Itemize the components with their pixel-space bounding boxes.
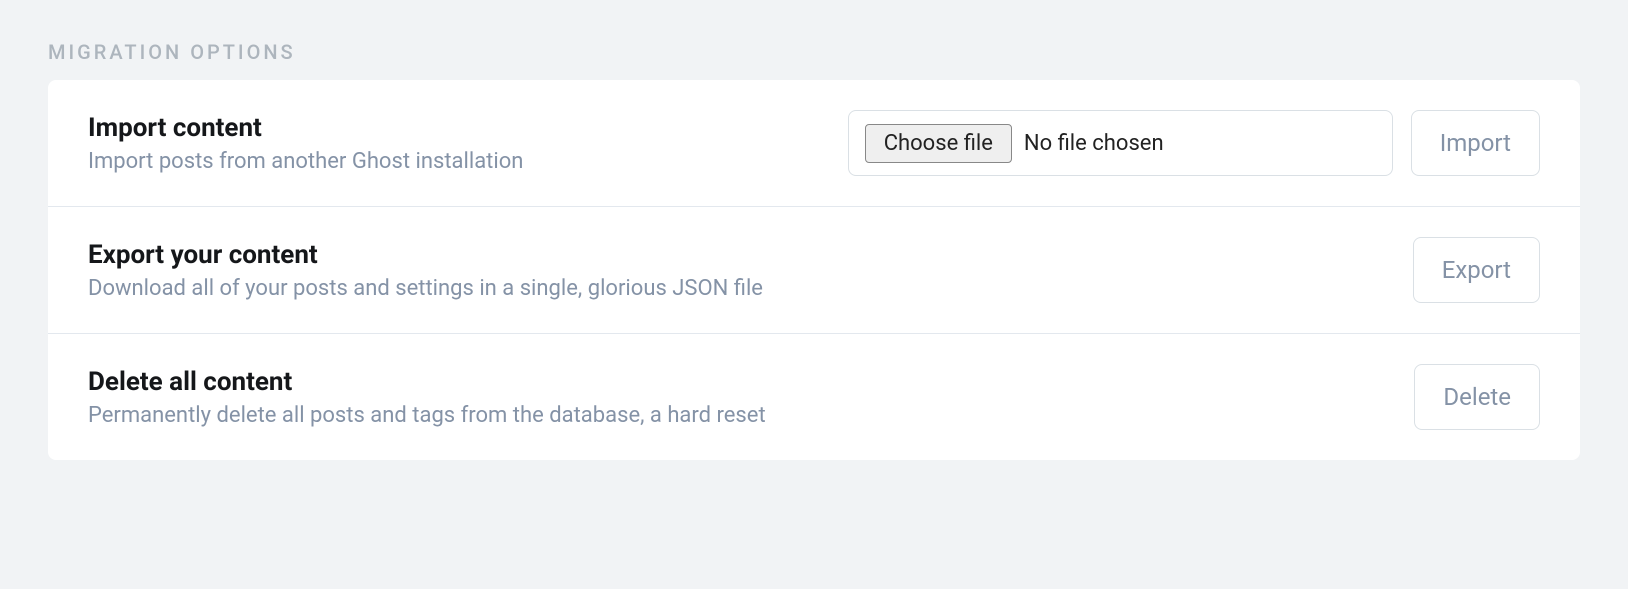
export-button[interactable]: Export <box>1413 237 1540 303</box>
choose-file-button[interactable]: Choose file <box>865 124 1012 163</box>
export-content-row: Export your content Download all of your… <box>48 207 1580 334</box>
delete-description: Permanently delete all posts and tags fr… <box>88 403 1414 428</box>
export-text-block: Export your content Download all of your… <box>88 240 1413 301</box>
file-status-text: No file chosen <box>1024 131 1164 156</box>
export-description: Download all of your posts and settings … <box>88 276 1413 301</box>
import-title: Import content <box>88 113 848 143</box>
import-text-block: Import content Import posts from another… <box>88 113 848 174</box>
delete-title: Delete all content <box>88 367 1414 397</box>
export-title: Export your content <box>88 240 1413 270</box>
section-heading: MIGRATION OPTIONS <box>48 40 1580 64</box>
delete-button[interactable]: Delete <box>1414 364 1540 430</box>
delete-content-row: Delete all content Permanently delete al… <box>48 334 1580 460</box>
import-controls: Choose file No file chosen Import <box>848 110 1540 176</box>
file-picker[interactable]: Choose file No file chosen <box>848 110 1393 176</box>
import-content-row: Import content Import posts from another… <box>48 80 1580 207</box>
delete-text-block: Delete all content Permanently delete al… <box>88 367 1414 428</box>
export-controls: Export <box>1413 237 1540 303</box>
migration-options-card: Import content Import posts from another… <box>48 80 1580 460</box>
delete-controls: Delete <box>1414 364 1540 430</box>
import-button[interactable]: Import <box>1411 110 1540 176</box>
import-description: Import posts from another Ghost installa… <box>88 149 848 174</box>
